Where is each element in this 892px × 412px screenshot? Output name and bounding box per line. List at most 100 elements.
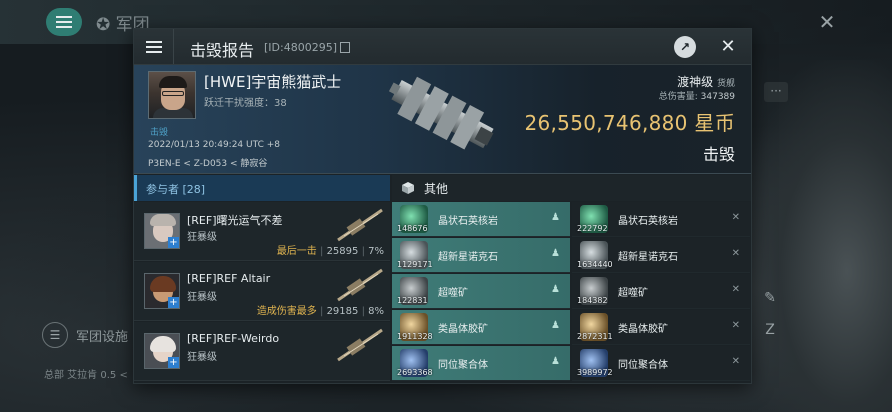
victim-time: 2022/01/13 20:49:24 UTC +8 bbox=[148, 140, 280, 150]
item-name: 超噬矿 bbox=[618, 288, 648, 299]
participant-percent: 7% bbox=[368, 246, 384, 257]
item-cell-destroyed[interactable]: 222792 晶状石英核岩 ✕ bbox=[572, 202, 750, 237]
item-qty: 1129171 bbox=[397, 260, 433, 269]
victim-damage: 总伤害量: 347389 bbox=[659, 89, 735, 102]
plus-icon: + bbox=[168, 357, 179, 368]
participant-stat: 最后一击 | 25895 | 7% bbox=[277, 242, 384, 257]
dialog-title: 击毁报告 bbox=[190, 41, 255, 60]
item-cell-dropped[interactable]: 122831 超噬矿 ♟ bbox=[392, 274, 570, 309]
item-name: 晶状石英核岩 bbox=[618, 216, 678, 227]
item-name: 同位聚合体 bbox=[438, 360, 488, 371]
copy-icon[interactable] bbox=[340, 42, 350, 53]
item-cell-dropped[interactable]: 2693368 同位聚合体 ♟ bbox=[392, 346, 570, 381]
item-cell-dropped[interactable]: 1911328 类晶体胶矿 ♟ bbox=[392, 310, 570, 345]
killmail-dialog: 击毁报告 [ID:4800295] ↗ ✕ [HWE]宇宙熊猫武士 跃迁干扰强度… bbox=[133, 28, 752, 384]
person-icon: ♟ bbox=[551, 212, 560, 223]
edit-icon[interactable]: ✎ bbox=[760, 290, 780, 310]
participant-tag: 造成伤害最多 bbox=[256, 306, 317, 317]
participant-ship: 狂暴级 bbox=[187, 232, 217, 243]
victim-avatar[interactable] bbox=[148, 71, 196, 119]
item-cell-dropped[interactable]: 148676 晶状石英核岩 ♟ bbox=[392, 202, 570, 237]
hamburger-icon bbox=[56, 16, 72, 28]
dialog-header: 击毁报告 [ID:4800295] ↗ ✕ bbox=[134, 29, 751, 65]
participant-avatar[interactable]: + bbox=[144, 213, 180, 249]
item-name: 超新星诺克石 bbox=[438, 252, 498, 263]
participant-row[interactable]: + [REF]REF Altair 狂暴级 造成伤害最多 | 29185 | 8… bbox=[134, 262, 390, 321]
item-name: 超新星诺克石 bbox=[618, 252, 678, 263]
list-icon: ☰ bbox=[42, 322, 68, 348]
item-name: 同位聚合体 bbox=[618, 360, 668, 371]
destroyed-icon: ✕ bbox=[731, 212, 740, 223]
other-header: 其他 bbox=[392, 175, 751, 201]
participant-avatar[interactable]: + bbox=[144, 333, 180, 369]
sort-icon[interactable]: Z bbox=[760, 322, 780, 342]
separator: | bbox=[361, 306, 365, 317]
background-menu-button[interactable] bbox=[46, 8, 82, 36]
item-qty: 122831 bbox=[397, 296, 428, 305]
item-qty: 184382 bbox=[577, 296, 608, 305]
isk-unit: 星币 bbox=[694, 111, 735, 135]
isk-value: 26,550,746,880 bbox=[524, 111, 688, 135]
participant-percent: 8% bbox=[368, 306, 384, 317]
participants-list: + [REF]曙光运气不差 狂暴级 最后一击 | 25895 | 7% + [R… bbox=[134, 202, 390, 383]
person-icon: ♟ bbox=[551, 248, 560, 259]
participant-damage: 25895 bbox=[326, 246, 359, 257]
victim-ship[interactable]: 渡神级 货舰 bbox=[677, 73, 735, 90]
item-grid: 148676 晶状石英核岩 ♟ 222792 晶状石英核岩 ✕ 1129171 … bbox=[392, 202, 751, 383]
item-qty: 222792 bbox=[577, 224, 608, 233]
item-qty: 148676 bbox=[397, 224, 428, 233]
participant-ship: 狂暴级 bbox=[187, 292, 217, 303]
participant-stat: 造成伤害最多 | 29185 | 8% bbox=[257, 302, 384, 317]
weapon-icon bbox=[337, 328, 383, 362]
victim-isk: 26,550,746,880 星币 bbox=[524, 107, 735, 136]
victim-location[interactable]: P3EN-E < Z-D053 < 静寂谷 bbox=[148, 156, 267, 169]
weapon-icon bbox=[337, 268, 383, 302]
victim-warp-scramble: 跃迁干扰强度：38 bbox=[204, 98, 287, 109]
participant-row[interactable]: + [REF]曙光运气不差 狂暴级 最后一击 | 25895 | 7% bbox=[134, 202, 390, 261]
person-icon: ♟ bbox=[551, 320, 560, 331]
background-corp-facility[interactable]: ☰ 军团设施 bbox=[42, 318, 138, 352]
separator: | bbox=[320, 306, 324, 317]
victim-name[interactable]: [HWE]宇宙熊猫武士 bbox=[204, 71, 341, 92]
plus-icon: + bbox=[168, 237, 179, 248]
plus-icon: + bbox=[168, 297, 179, 308]
weapon-icon bbox=[337, 208, 383, 242]
ship-image[interactable] bbox=[382, 71, 502, 159]
participant-name: [REF]REF-Weirdo bbox=[187, 332, 280, 345]
background-corp-facility-label: 军团设施 bbox=[76, 329, 129, 345]
person-icon: ♟ bbox=[551, 284, 560, 295]
item-qty: 3989972 bbox=[577, 368, 613, 377]
item-cell-destroyed[interactable]: 2872311 类晶体胶矿 ✕ bbox=[572, 310, 750, 345]
participant-tag: 最后一击 bbox=[276, 246, 317, 257]
more-icon[interactable]: ··· bbox=[764, 82, 788, 102]
separator: | bbox=[320, 246, 324, 257]
destroyed-icon: ✕ bbox=[731, 284, 740, 295]
item-cell-destroyed[interactable]: 184382 超噬矿 ✕ bbox=[572, 274, 750, 309]
background-close-icon[interactable]: ✕ bbox=[815, 10, 839, 34]
other-header-label: 其他 bbox=[424, 182, 449, 196]
victim-damage-label: 总伤害量: bbox=[658, 92, 698, 102]
victim-ship-class: 渡神级 bbox=[677, 75, 714, 89]
item-cell-destroyed[interactable]: 3989972 同位聚合体 ✕ bbox=[572, 346, 750, 381]
destroyed-icon: ✕ bbox=[731, 320, 740, 331]
item-qty: 1911328 bbox=[397, 332, 433, 341]
participant-avatar[interactable]: + bbox=[144, 273, 180, 309]
background-nebula bbox=[742, 60, 892, 412]
dialog-menu-button[interactable] bbox=[134, 29, 174, 64]
close-button[interactable]: ✕ bbox=[716, 35, 740, 59]
destroyed-icon: ✕ bbox=[731, 356, 740, 367]
item-cell-destroyed[interactable]: 1634440 超新星诺克石 ✕ bbox=[572, 238, 750, 273]
participant-damage: 29185 bbox=[326, 306, 359, 317]
item-cell-dropped[interactable]: 1129171 超新星诺克石 ♟ bbox=[392, 238, 570, 273]
victim-panel: [HWE]宇宙熊猫武士 跃迁干扰强度：38 击毁 2022/01/13 20:4… bbox=[134, 65, 751, 174]
share-button[interactable]: ↗ bbox=[674, 36, 696, 58]
cube-icon bbox=[402, 182, 414, 194]
participants-header-label: 参与者 [28] bbox=[146, 183, 206, 196]
hamburger-icon bbox=[145, 40, 162, 53]
item-qty: 2693368 bbox=[397, 368, 433, 377]
participant-ship: 狂暴级 bbox=[187, 352, 217, 363]
destroyed-icon: ✕ bbox=[731, 248, 740, 259]
background-hq-text: 总部 艾拉肯 0.5 < bbox=[44, 370, 128, 381]
participant-row[interactable]: + [REF]REF-Weirdo 狂暴级 bbox=[134, 322, 390, 381]
item-name: 晶状石英核岩 bbox=[438, 216, 498, 227]
